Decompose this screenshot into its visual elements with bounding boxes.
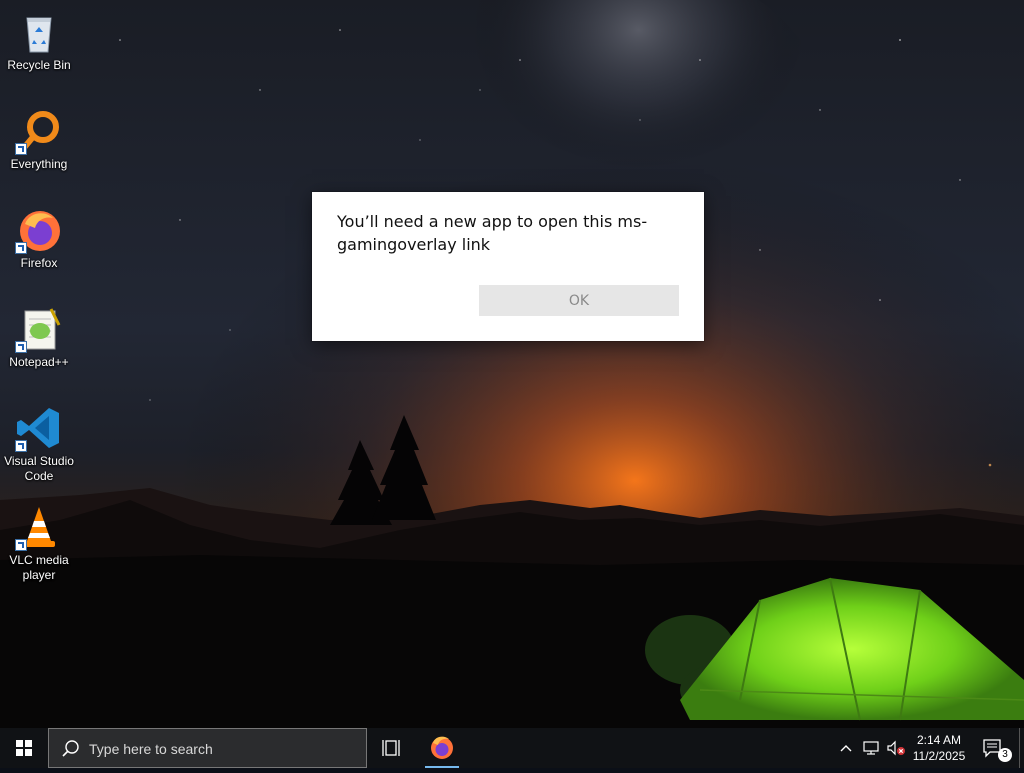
network-icon[interactable] — [862, 740, 880, 756]
volume-muted-icon[interactable] — [886, 740, 906, 756]
desktop-wallpaper — [0, 0, 1024, 728]
ok-button[interactable]: OK — [479, 285, 679, 316]
vscode-icon — [15, 404, 63, 452]
taskbar-firefox-button[interactable] — [422, 728, 462, 768]
shortcut-arrow-icon — [15, 440, 27, 452]
windows-logo-icon — [16, 740, 32, 756]
chevron-up-icon[interactable] — [838, 740, 854, 756]
taskbar: Type here to search 2:14 AM 11/2/2025 3 — [0, 728, 1024, 768]
recycle-bin-icon — [15, 8, 63, 56]
app-needed-dialog: You’ll need a new app to open this ms-ga… — [312, 192, 704, 341]
vlc-icon — [15, 503, 63, 551]
start-button[interactable] — [0, 728, 48, 768]
search-placeholder: Type here to search — [89, 741, 213, 757]
desktop-icon-label: Firefox — [20, 256, 58, 270]
desktop-icon-vlc[interactable]: VLC media player — [2, 499, 76, 583]
desktop-icon-recycle-bin[interactable]: Recycle Bin — [2, 4, 76, 73]
desktop-icon-vscode[interactable]: Visual Studio Code — [2, 400, 76, 484]
desktop-icon-label: Recycle Bin — [7, 58, 71, 72]
shortcut-arrow-icon — [15, 539, 27, 551]
desktop-icon-label: VLC media player — [9, 553, 69, 582]
taskbar-search-box[interactable]: Type here to search — [48, 728, 367, 768]
desktop-icon-label: Visual Studio Code — [4, 454, 74, 483]
notification-count-badge: 3 — [998, 748, 1012, 762]
dialog-message: You’ll need a new app to open this ms-ga… — [337, 212, 648, 254]
task-view-icon — [382, 740, 400, 756]
clock-time: 2:14 AM — [916, 733, 962, 747]
show-desktop-button[interactable] — [1019, 728, 1024, 768]
firefox-icon — [431, 736, 453, 759]
firefox-icon — [15, 206, 63, 254]
notepad-plus-plus-icon — [15, 305, 63, 353]
clock-date: 11/2/2025 — [912, 749, 966, 763]
shortcut-arrow-icon — [15, 242, 27, 254]
desktop-icon-firefox[interactable]: Firefox — [2, 202, 76, 271]
action-center-button[interactable]: 3 — [978, 728, 1018, 768]
desktop-icon-label: Notepad++ — [9, 355, 69, 369]
desktop-icon-everything[interactable]: Everything — [2, 103, 76, 172]
shortcut-arrow-icon — [15, 341, 27, 353]
task-view-button[interactable] — [372, 728, 412, 768]
notification-icon — [983, 739, 1001, 758]
shortcut-arrow-icon — [15, 143, 27, 155]
desktop-icon-label: Everything — [10, 157, 68, 171]
taskbar-clock[interactable]: 2:14 AM 11/2/2025 — [904, 732, 974, 764]
everything-search-icon — [15, 107, 63, 155]
desktop-icon-notepadpp[interactable]: Notepad++ — [2, 301, 76, 370]
search-icon — [62, 740, 79, 757]
